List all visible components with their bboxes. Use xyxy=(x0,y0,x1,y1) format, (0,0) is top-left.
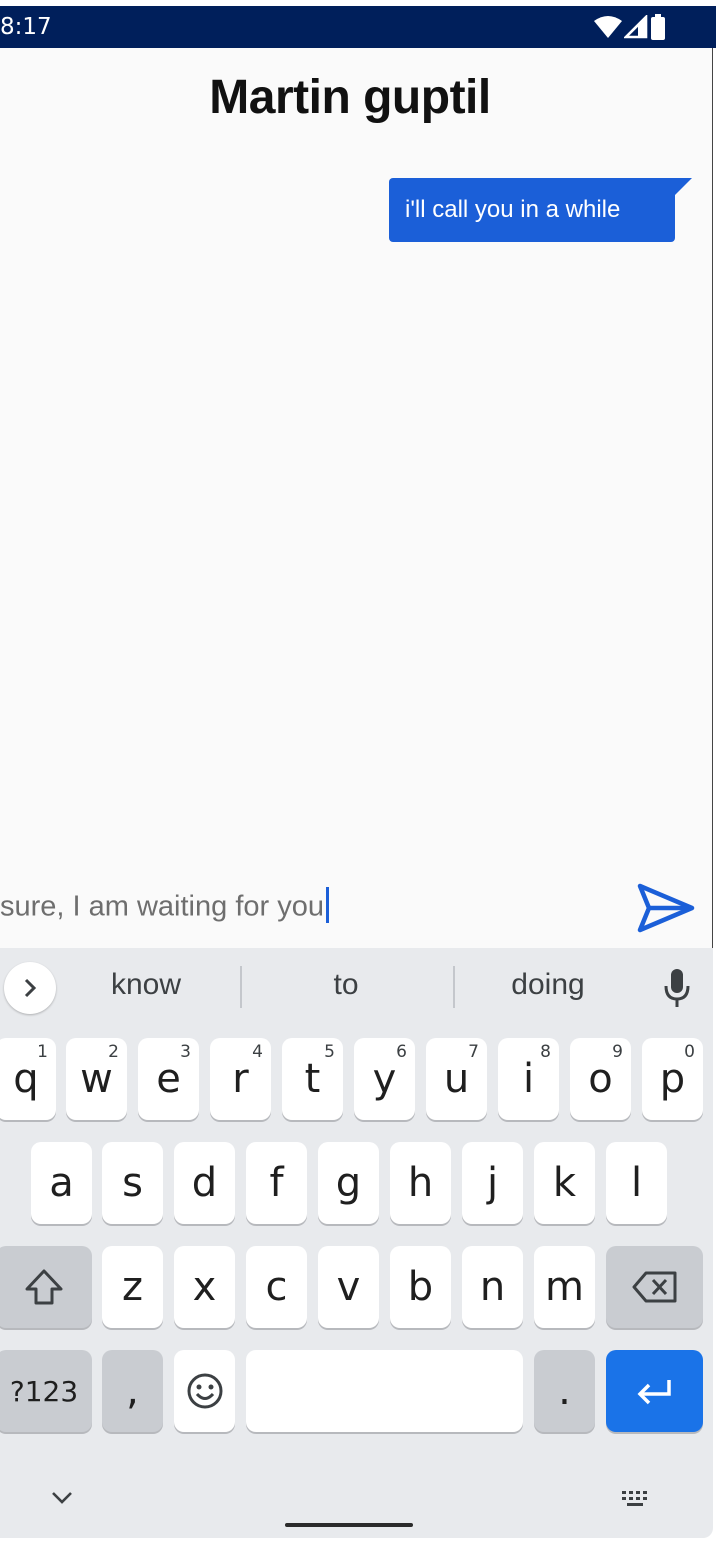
key-label: t xyxy=(304,1056,321,1102)
key-w[interactable]: w2 xyxy=(66,1038,127,1120)
chevron-down-icon xyxy=(52,1492,72,1504)
message-bubble-sent[interactable]: i'll call you in a while xyxy=(389,178,675,242)
key-label: i xyxy=(522,1056,535,1102)
key-hint: 4 xyxy=(252,1042,263,1062)
voice-input-button[interactable] xyxy=(660,968,694,1008)
chat-screen: Martin guptil i'll call you in a while s… xyxy=(0,48,713,948)
key-label: p xyxy=(659,1056,686,1102)
hide-keyboard-button[interactable] xyxy=(48,1488,76,1508)
status-time: 8:17 xyxy=(0,14,52,40)
shift-icon xyxy=(25,1269,63,1305)
key-hint: 5 xyxy=(324,1042,335,1062)
send-icon xyxy=(637,883,695,933)
space-key[interactable] xyxy=(246,1350,523,1432)
key-j[interactable]: j xyxy=(462,1142,523,1224)
key-hint: 7 xyxy=(468,1042,479,1062)
wifi-icon xyxy=(594,15,622,44)
key-g[interactable]: g xyxy=(318,1142,379,1224)
key-t[interactable]: t5 xyxy=(282,1038,343,1120)
symbols-key[interactable]: ?123 xyxy=(0,1350,92,1432)
signal-icon xyxy=(622,13,648,44)
suggestion-divider xyxy=(240,966,242,1008)
key-label: r xyxy=(232,1056,249,1102)
key-d[interactable]: d xyxy=(174,1142,235,1224)
text-caret xyxy=(325,887,329,923)
key-u[interactable]: u7 xyxy=(426,1038,487,1120)
key-r[interactable]: r4 xyxy=(210,1038,271,1120)
switch-keyboard-button[interactable] xyxy=(620,1488,654,1508)
backspace-key[interactable] xyxy=(606,1246,703,1328)
send-button[interactable] xyxy=(634,878,698,938)
key-f[interactable]: f xyxy=(246,1142,307,1224)
key-i[interactable]: i8 xyxy=(498,1038,559,1120)
key-hint: 9 xyxy=(612,1042,623,1062)
contact-name-title: Martin guptil xyxy=(209,71,491,124)
shift-key[interactable] xyxy=(0,1246,92,1328)
key-hint: 0 xyxy=(684,1042,695,1062)
key-hint: 2 xyxy=(108,1042,119,1062)
key-b[interactable]: b xyxy=(390,1246,451,1328)
backspace-icon xyxy=(632,1271,676,1303)
period-key[interactable]: . xyxy=(534,1350,595,1432)
key-c[interactable]: c xyxy=(246,1246,307,1328)
key-a[interactable]: a xyxy=(31,1142,92,1224)
key-label: u xyxy=(443,1056,470,1102)
key-v[interactable]: v xyxy=(318,1246,379,1328)
suggestion-1[interactable]: know xyxy=(46,968,246,1002)
key-label: o xyxy=(588,1056,613,1102)
mic-icon xyxy=(664,969,690,1007)
status-bar: 8:17 xyxy=(0,6,716,48)
key-h[interactable]: h xyxy=(390,1142,451,1224)
key-hint: 6 xyxy=(396,1042,407,1062)
key-e[interactable]: e3 xyxy=(138,1038,199,1120)
message-input-text: sure, I am waiting for you xyxy=(0,890,324,923)
message-input[interactable]: sure, I am waiting for you xyxy=(0,887,329,926)
bubble-tail xyxy=(674,178,692,196)
key-label: w xyxy=(80,1056,113,1102)
key-p[interactable]: p0 xyxy=(642,1038,703,1120)
suggestion-3[interactable]: doing xyxy=(448,968,648,1002)
key-l[interactable]: l xyxy=(606,1142,667,1224)
key-hint: 3 xyxy=(180,1042,191,1062)
emoji-key[interactable] xyxy=(174,1350,235,1432)
key-n[interactable]: n xyxy=(462,1246,523,1328)
key-label: e xyxy=(156,1056,181,1102)
key-y[interactable]: y6 xyxy=(354,1038,415,1120)
battery-icon xyxy=(650,13,666,45)
status-icons xyxy=(594,13,666,45)
compose-area: sure, I am waiting for you xyxy=(0,878,713,948)
key-m[interactable]: m xyxy=(534,1246,595,1328)
enter-icon xyxy=(637,1380,671,1405)
key-q[interactable]: q1 xyxy=(0,1038,56,1120)
key-label: q xyxy=(13,1056,39,1102)
enter-key[interactable] xyxy=(606,1350,703,1432)
key-hint: 1 xyxy=(37,1042,48,1062)
key-o[interactable]: o9 xyxy=(570,1038,631,1120)
keyboard-icon xyxy=(622,1491,647,1506)
suggestion-bar: know to doing xyxy=(0,948,713,1032)
emoji-icon xyxy=(187,1373,222,1409)
key-x[interactable]: x xyxy=(174,1246,235,1328)
key-s[interactable]: s xyxy=(102,1142,163,1224)
home-indicator[interactable] xyxy=(285,1523,413,1527)
key-label: y xyxy=(372,1056,397,1102)
chevron-right-icon xyxy=(24,978,37,998)
suggestion-2[interactable]: to xyxy=(246,968,446,1002)
key-hint: 8 xyxy=(540,1042,551,1062)
key-z[interactable]: z xyxy=(102,1246,163,1328)
key-k[interactable]: k xyxy=(534,1142,595,1224)
comma-key[interactable]: , xyxy=(102,1350,163,1432)
soft-keyboard: know to doing q1 w2 e3 r4 t5 y6 u7 i8 o9… xyxy=(0,948,713,1538)
